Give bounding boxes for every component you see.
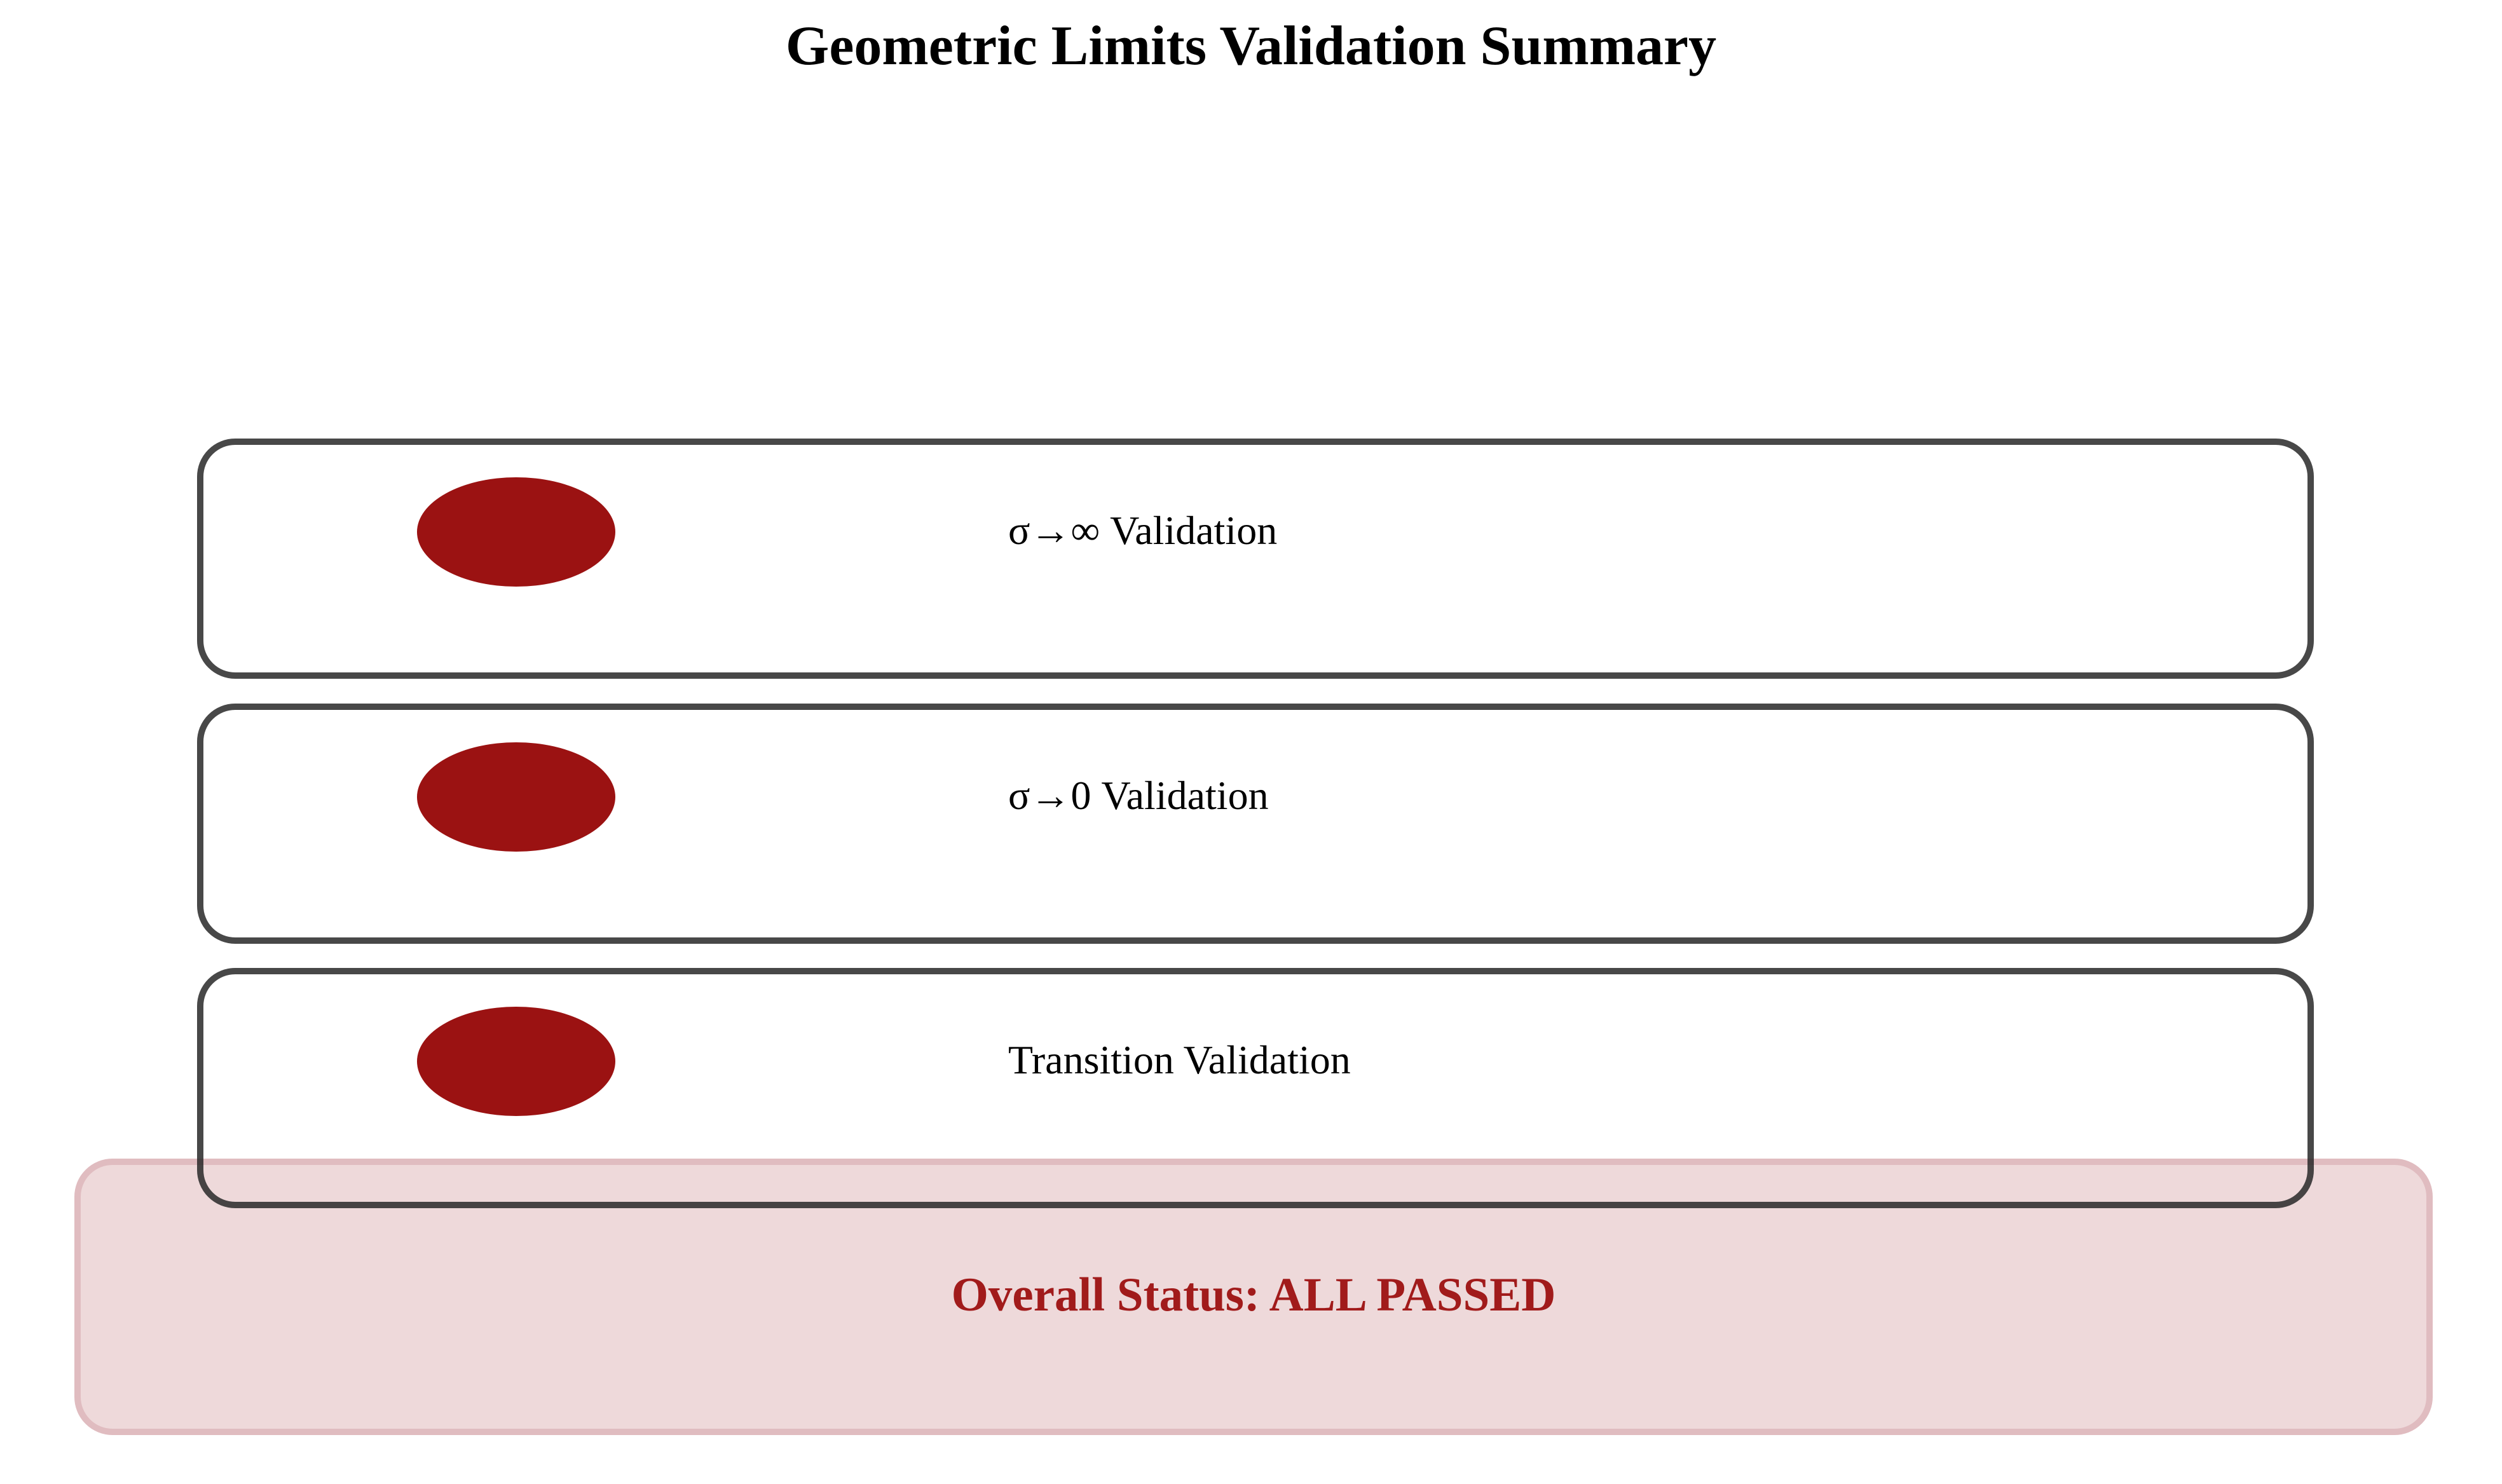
check-label: σ→0 Validation [1008,773,1269,818]
check-label: Transition Validation [1008,1037,1351,1082]
overall-status-text: Overall Status: ALL PASSED [951,1269,1556,1321]
check-row-sigma-zero [197,704,2314,944]
diagram-title: Geometric Limits Validation Summary [785,15,1717,77]
check-label: σ→∞ Validation [1008,508,1278,553]
check-row-sigma-infinity [197,439,2314,679]
check-row-transition [197,968,2314,1208]
